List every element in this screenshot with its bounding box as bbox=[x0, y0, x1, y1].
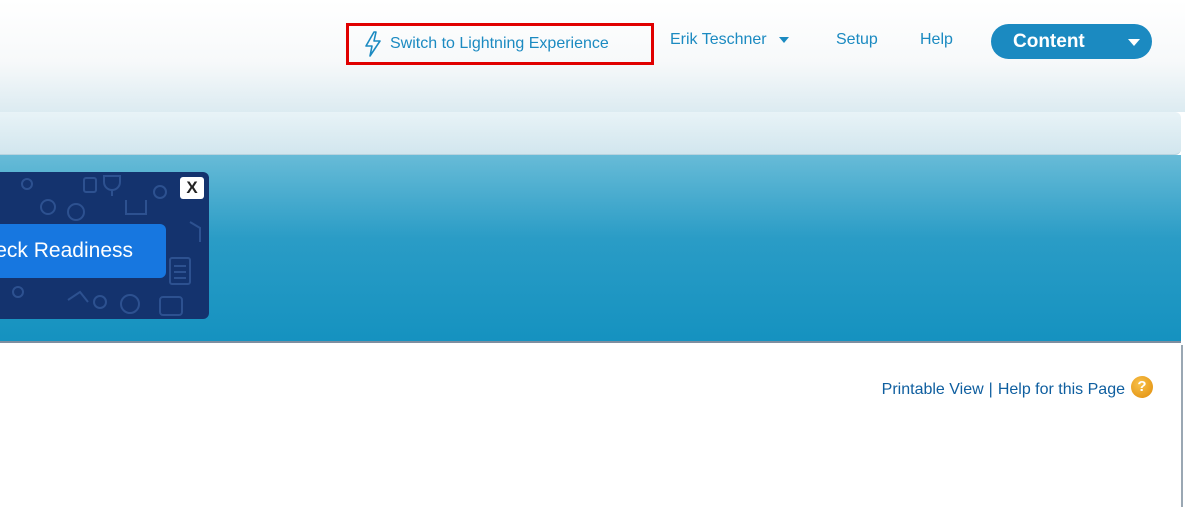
help-for-this-page-link[interactable]: Help for this Page bbox=[998, 381, 1125, 399]
tab-bar bbox=[0, 112, 1181, 155]
help-link[interactable]: Help bbox=[920, 31, 953, 49]
switch-to-lightning-link[interactable]: Switch to Lightning Experience bbox=[346, 23, 654, 65]
switch-to-lightning-label: Switch to Lightning Experience bbox=[390, 35, 609, 52]
help-icon[interactable]: ? bbox=[1131, 376, 1153, 398]
setup-link[interactable]: Setup bbox=[836, 31, 878, 49]
app-menu-label: Content bbox=[1013, 30, 1085, 52]
salesforce-classic-page: Switch to Lightning Experience Erik Tesc… bbox=[0, 0, 1185, 507]
header: Switch to Lightning Experience Erik Tesc… bbox=[0, 0, 1185, 112]
check-readiness-button[interactable]: Check Readiness bbox=[0, 224, 166, 278]
chevron-down-icon bbox=[778, 37, 789, 43]
user-name: Erik Teschner bbox=[670, 31, 767, 48]
chevron-down-icon bbox=[1128, 39, 1140, 46]
link-separator: | bbox=[988, 381, 993, 398]
close-button[interactable]: X bbox=[180, 177, 204, 199]
user-menu[interactable]: Erik Teschner bbox=[670, 31, 789, 49]
check-readiness-label: Check Readiness bbox=[0, 239, 133, 262]
app-menu-button[interactable]: Content bbox=[991, 24, 1152, 59]
printable-view-link[interactable]: Printable View bbox=[882, 381, 984, 399]
main-content: Printable View | Help for this Page ? bbox=[0, 345, 1183, 507]
lightning-bolt-icon bbox=[365, 31, 381, 57]
page-utility-links: Printable View | Help for this Page bbox=[882, 381, 1125, 399]
